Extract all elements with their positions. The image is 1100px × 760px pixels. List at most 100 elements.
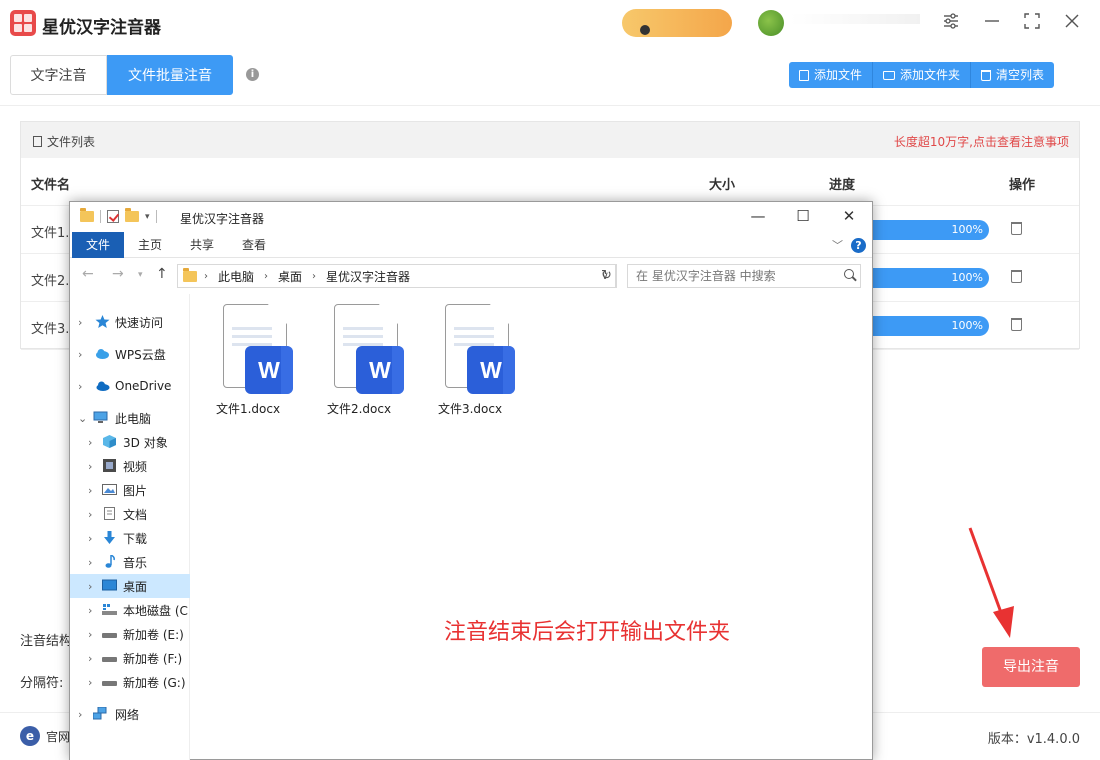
nav-label: 桌面 xyxy=(123,579,148,594)
ribbon-tab-view[interactable]: 查看 xyxy=(228,232,280,258)
file-list-title-text: 文件列表 xyxy=(47,135,96,149)
help-icon[interactable]: ? xyxy=(851,237,866,253)
progress-bar: 100% xyxy=(871,220,989,240)
maximize-icon[interactable] xyxy=(1021,12,1043,34)
expand-icon[interactable]: › xyxy=(78,708,86,721)
website-link[interactable]: 官网 xyxy=(46,728,70,745)
divider xyxy=(0,105,1100,106)
annotation-text: 注音结束后会打开输出文件夹 xyxy=(444,620,731,645)
nav-item-this-pc[interactable]: ⌄ 此电脑 xyxy=(70,406,190,430)
expand-icon[interactable]: › xyxy=(78,316,86,329)
address-bar[interactable]: › 此电脑 › 桌面 › 星优汉字注音器 ∨ xyxy=(177,264,616,288)
add-folder-button[interactable]: 添加文件夹 xyxy=(873,62,972,88)
file-name: 文件3.docx xyxy=(437,402,503,416)
refresh-icon[interactable]: ↻ xyxy=(597,264,617,288)
tab-batch-annotation[interactable]: 文件批量注音 xyxy=(107,55,233,95)
breadcrumb-separator: › xyxy=(204,270,208,282)
nav-item-videos[interactable]: › 视频 xyxy=(70,454,190,478)
nav-item-pictures[interactable]: › 图片 xyxy=(70,478,190,502)
expand-icon[interactable]: › xyxy=(88,484,96,497)
delete-row-icon[interactable] xyxy=(1011,270,1022,283)
search-placeholder: 在 星优汉字注音器 中搜索 xyxy=(636,269,776,283)
red-arrow-annotation xyxy=(968,527,1014,638)
nav-item-music[interactable]: › 音乐 xyxy=(70,550,190,574)
nav-label: 新加卷 (E:) xyxy=(123,627,184,642)
nav-item-local-disk-c[interactable]: › 本地磁盘 (C xyxy=(70,598,190,622)
expand-icon[interactable]: › xyxy=(88,628,96,641)
nav-item-volume-g[interactable]: › 新加卷 (G:) xyxy=(70,670,190,694)
expand-icon[interactable]: › xyxy=(88,556,96,569)
ribbon-tab-file[interactable]: 文件 xyxy=(72,231,125,258)
settings-icon[interactable] xyxy=(940,12,962,34)
add-file-button[interactable]: 添加文件 xyxy=(789,62,874,88)
close-icon[interactable] xyxy=(1061,12,1083,34)
file-name: 文件2.docx xyxy=(326,402,392,416)
breadcrumb-desktop[interactable]: 桌面 xyxy=(278,268,302,285)
nav-item-volume-f[interactable]: › 新加卷 (F:) xyxy=(70,646,190,670)
nav-item-quick-access[interactable]: › 快速访问 xyxy=(70,310,190,334)
nav-label: OneDrive xyxy=(115,379,172,393)
expand-icon[interactable]: › xyxy=(88,508,96,521)
expand-icon[interactable]: › xyxy=(88,676,96,689)
nav-item-downloads[interactable]: › 下载 xyxy=(70,526,190,550)
col-name: 文件名 xyxy=(31,178,71,193)
ribbon-tab-home[interactable]: 主页 xyxy=(124,232,176,258)
breadcrumb-current-folder[interactable]: 星优汉字注音器 xyxy=(326,268,410,285)
expand-icon[interactable]: › xyxy=(88,604,96,617)
explorer-close-icon[interactable]: ✕ xyxy=(834,207,864,225)
table-header: 文件名 大小 进度 操作 xyxy=(21,158,1079,206)
properties-icon[interactable] xyxy=(107,210,119,223)
user-avatar[interactable] xyxy=(758,10,784,36)
info-icon[interactable]: i xyxy=(246,68,259,81)
app-title: 星优汉字注音器 xyxy=(42,18,161,38)
length-warning-link[interactable]: 长度超10万字,点击查看注意事项 xyxy=(894,133,1069,150)
expand-icon[interactable]: › xyxy=(88,652,96,665)
file-name: 文件3. xyxy=(31,322,70,337)
video-icon xyxy=(103,459,116,472)
expand-icon[interactable]: › xyxy=(78,380,86,393)
customize-dropdown-icon[interactable]: ▾ xyxy=(145,212,150,222)
nav-item-volume-e[interactable]: › 新加卷 (E:) xyxy=(70,622,190,646)
minimize-icon[interactable] xyxy=(981,12,1003,34)
explorer-minimize-icon[interactable]: — xyxy=(743,207,773,225)
tab-text-annotation[interactable]: 文字注音 xyxy=(10,55,107,95)
back-icon[interactable]: ← xyxy=(82,266,94,282)
drive-icon xyxy=(102,604,117,615)
expand-icon[interactable]: › xyxy=(88,436,96,449)
expand-icon[interactable]: › xyxy=(88,460,96,473)
up-icon[interactable]: ↑ xyxy=(156,266,168,282)
cube-icon xyxy=(103,435,116,448)
nav-item-3d-objects[interactable]: › 3D 对象 xyxy=(70,430,190,454)
breadcrumb-this-pc[interactable]: 此电脑 xyxy=(218,268,254,285)
website-icon[interactable]: e xyxy=(20,726,40,746)
app-logo-icon xyxy=(10,10,36,36)
nav-item-desktop[interactable]: › 桌面 xyxy=(70,574,190,598)
recent-dropdown-icon[interactable]: ▾ xyxy=(138,270,143,280)
expand-icon[interactable]: › xyxy=(78,348,86,361)
nav-item-documents[interactable]: › 文档 xyxy=(70,502,190,526)
nav-item-onedrive[interactable]: › OneDrive xyxy=(70,374,190,398)
ribbon-tab-share[interactable]: 共享 xyxy=(176,232,228,258)
delete-row-icon[interactable] xyxy=(1011,222,1022,235)
vip-icon xyxy=(640,25,650,35)
explorer-title-bar: ▾ 星优汉字注音器 — ☐ ✕ xyxy=(70,202,872,232)
structure-label: 注音结构 xyxy=(20,634,73,649)
folder-icon xyxy=(183,268,197,282)
collapse-icon[interactable]: ⌄ xyxy=(78,412,87,425)
document-icon xyxy=(104,507,115,520)
expand-icon[interactable]: › xyxy=(88,532,96,545)
search-input[interactable]: 在 星优汉字注音器 中搜索 xyxy=(627,264,861,288)
clear-list-button[interactable]: 清空列表 xyxy=(971,62,1055,88)
folder-content: W 文件1.docx W 文件2.docx W 文件3.docx 注音结束后会打… xyxy=(191,294,872,759)
explorer-maximize-icon[interactable]: ☐ xyxy=(788,207,818,225)
star-icon xyxy=(95,315,110,328)
new-folder-icon[interactable] xyxy=(125,208,139,222)
expand-ribbon-icon[interactable]: ﹀ xyxy=(832,237,843,253)
nav-item-wps-cloud[interactable]: › WPS云盘 xyxy=(70,342,190,366)
delete-row-icon[interactable] xyxy=(1011,318,1022,331)
vip-badge[interactable] xyxy=(622,9,732,37)
nav-item-network[interactable]: › 网络 xyxy=(70,702,190,726)
expand-icon[interactable]: › xyxy=(88,580,96,593)
export-button[interactable]: 导出注音 xyxy=(982,647,1080,687)
forward-icon[interactable]: → xyxy=(112,266,124,282)
